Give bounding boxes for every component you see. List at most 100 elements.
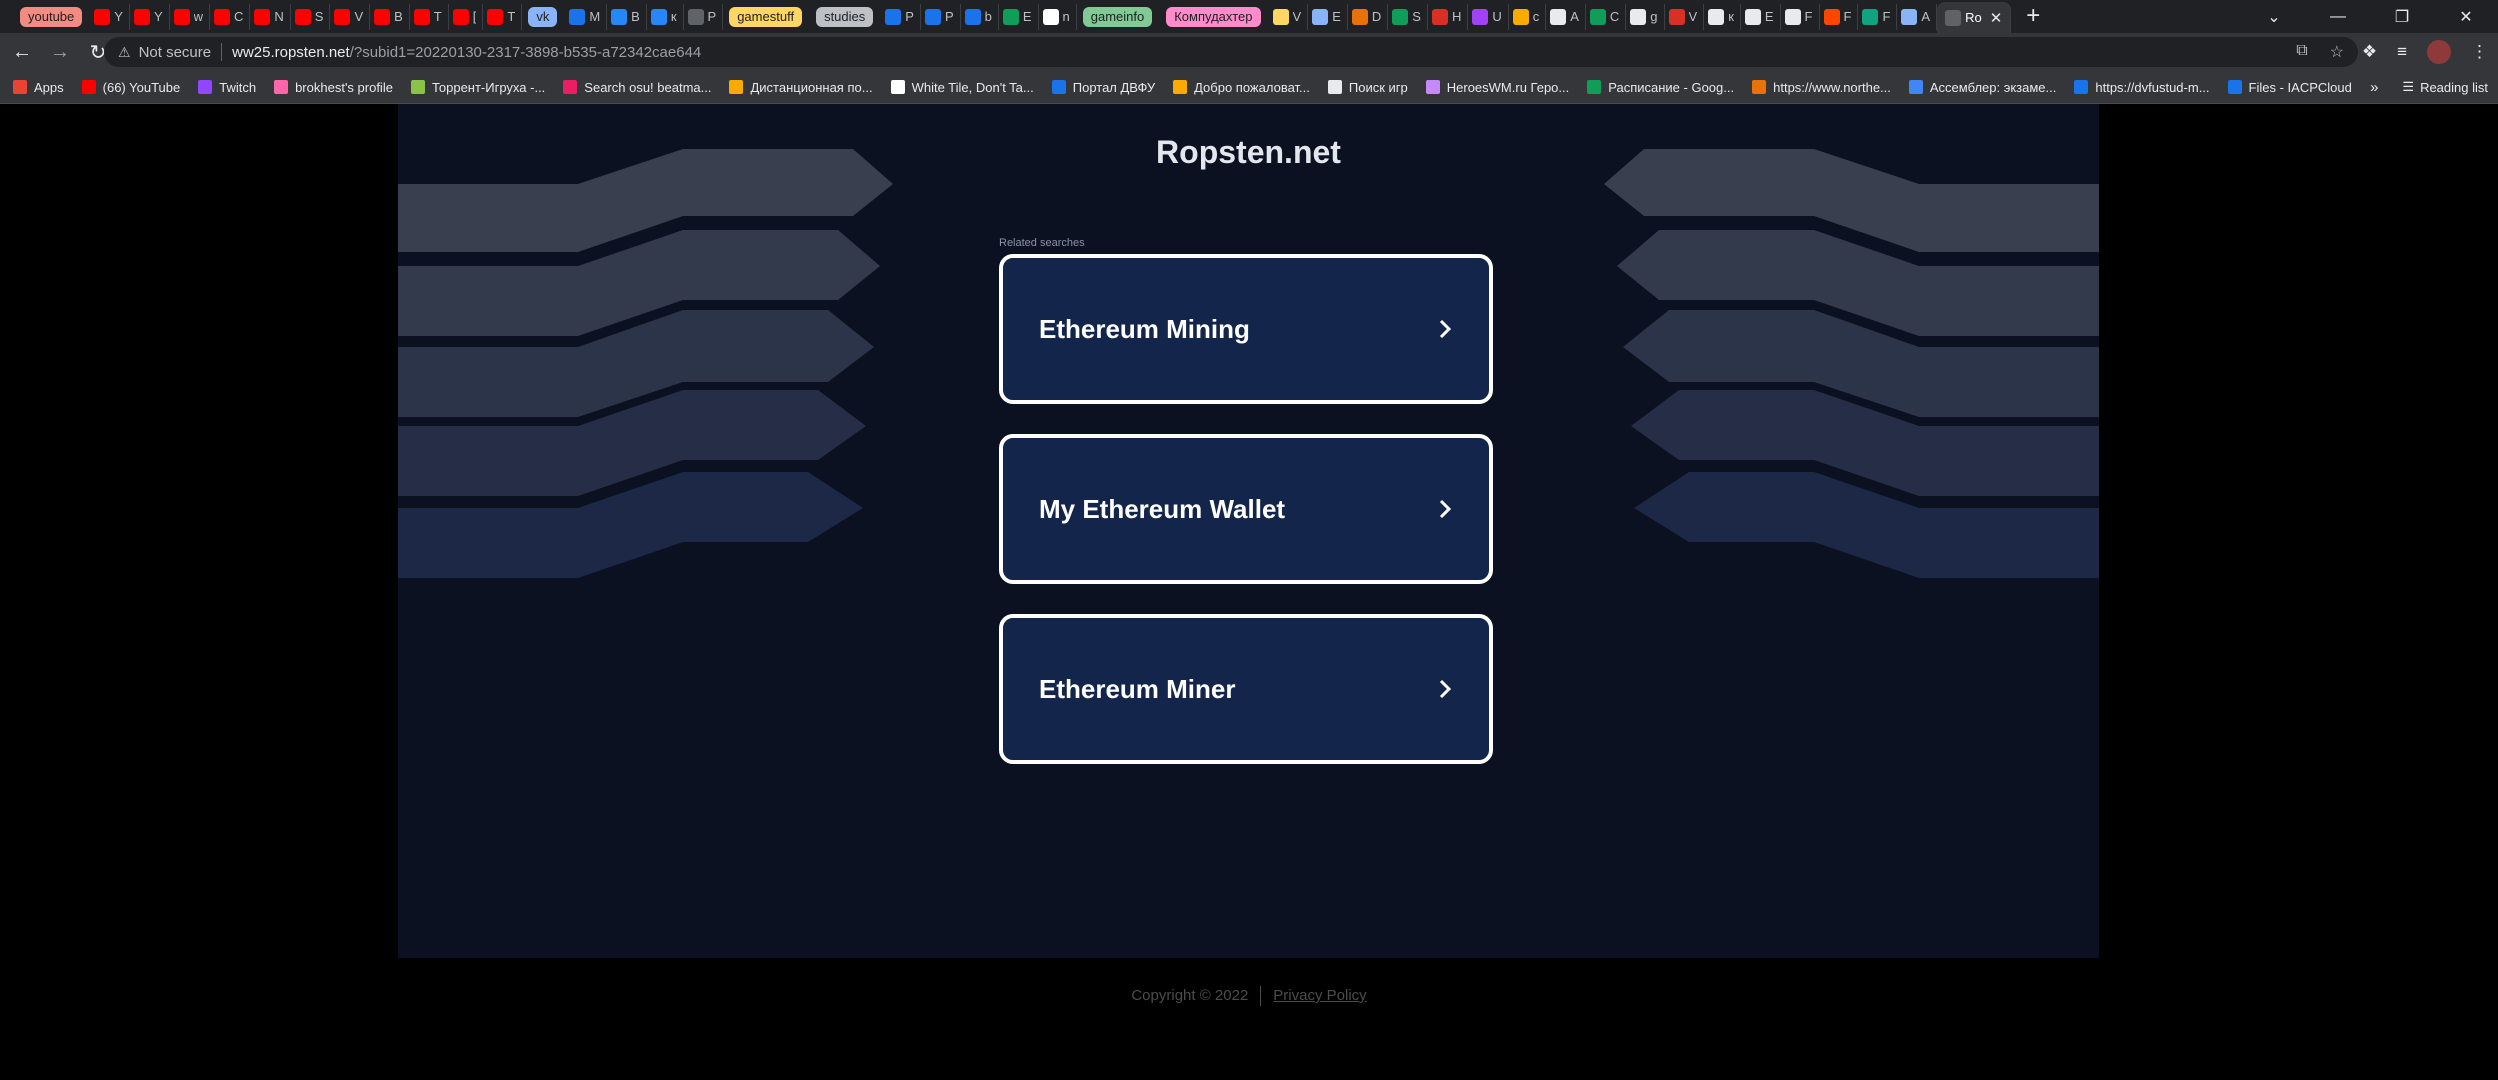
bookmark-label: https://dvfustud-m... [2095,79,2210,95]
bookmark-item[interactable]: Расписание - Goog... [1578,80,1743,95]
bookmark-star-icon[interactable]: ☆ [2330,42,2344,62]
browser-tab[interactable]: M [565,3,608,30]
browser-tab[interactable]: U [1468,3,1509,30]
security-status[interactable]: Not secure [139,44,212,61]
browser-tab[interactable]: V [1269,3,1309,30]
cloud-icon [2074,80,2089,94]
related-link-my-ethereum-wallet[interactable]: My Ethereum Wallet [999,434,1493,584]
browser-tab[interactable]: A [1546,3,1586,30]
browser-tab[interactable]: F [1858,3,1898,30]
close-window-button[interactable]: ✕ [2434,7,2498,27]
new-tab-button[interactable]: + [2019,2,2047,31]
browser-tab[interactable]: B [607,3,647,30]
browser-tab[interactable]: S [1388,3,1428,30]
bookmark-item[interactable]: Дистанционная по... [720,80,881,95]
tab-label: V [1292,9,1302,24]
profile-avatar[interactable] [2427,40,2451,64]
browser-tab[interactable]: Y [130,3,170,30]
share-icon[interactable]: ⧉ [2296,42,2307,62]
browser-tab[interactable]: c [1509,3,1547,30]
tab-search-dropdown-icon[interactable]: ⌄ [2242,7,2306,27]
browser-tab[interactable]: N [250,3,291,30]
browser-tab[interactable]: E [1308,3,1348,30]
browser-tab[interactable]: n [1039,3,1077,30]
tab-group-chip[interactable]: youtube [20,6,83,27]
bookmark-item[interactable]: Портал ДВФУ [1043,80,1164,95]
media-control-icon[interactable]: ≡ [2397,42,2407,62]
browser-tab[interactable]: P [921,3,961,30]
browser-tab[interactable]: P [881,3,921,30]
browser-tab[interactable]: [ [449,3,484,30]
browser-tab[interactable]: C [210,3,251,30]
game-icon [1392,8,1409,25]
browser-tab[interactable]: w [170,3,210,30]
bookmark-item[interactable]: Поиск игр [1319,80,1417,95]
browser-tab[interactable]: g [1626,3,1665,30]
browser-tab[interactable]: F [1781,3,1820,30]
browser-tab[interactable]: V [330,3,371,30]
page-viewport: Ropsten.net Related searches Ethereum Mi… [398,104,2099,958]
browser-tab[interactable]: E [1741,3,1781,30]
privacy-policy-link[interactable]: Privacy Policy [1273,987,1366,1004]
bookmark-item[interactable]: Search osu! beatma... [554,80,720,95]
browser-tab[interactable]: C [1586,3,1627,30]
bookmark-item[interactable]: https://dvfustud-m... [2065,80,2218,95]
browser-tab[interactable]: к [647,3,684,30]
bookmark-item[interactable]: Twitch [189,80,265,95]
browser-tab[interactable]: A [1897,3,1938,30]
tab-label: g [1650,9,1658,24]
back-button[interactable]: ← [6,41,38,64]
bookmark-item[interactable]: (66) YouTube [73,80,190,95]
tab-label: S [1412,9,1421,24]
browser-tab[interactable]: H [1428,3,1469,30]
browser-tab[interactable]: Y [90,3,130,30]
bookmark-item[interactable]: Ассемблер: экзаме... [1900,80,2065,95]
browser-tab[interactable]: E [999,3,1039,30]
warning-icon[interactable]: ⚠ [118,44,131,61]
menu-icon[interactable]: ⋮ [2471,42,2488,62]
doc-icon [1908,80,1923,94]
tab-group-chip[interactable]: Компудахтер [1166,6,1261,27]
related-link-ethereum-miner[interactable]: Ethereum Miner [999,614,1493,764]
forward-button[interactable]: → [44,41,76,64]
related-link-ethereum-mining[interactable]: Ethereum Mining [999,254,1493,404]
globe-icon [687,8,704,25]
browser-tab[interactable]: b [961,3,999,30]
tab-group-chip[interactable]: studies [816,6,874,27]
chevron-right-icon [1439,319,1452,339]
restore-button[interactable]: ❐ [2370,7,2434,27]
bookmark-item[interactable]: https://www.northe... [1743,80,1900,95]
browser-tab[interactable]: T [483,3,523,30]
browser-tab[interactable]: V [1665,3,1705,30]
browser-tab[interactable]: T [410,3,449,30]
active-tab[interactable]: Ro ✕ [1937,2,2012,33]
bookmark-item[interactable]: White Tile, Don't Ta... [882,80,1043,95]
bookmark-item[interactable]: Добро пожаловат... [1164,80,1319,95]
browser-tab[interactable]: B [370,3,410,30]
extensions-icon[interactable]: ❖ [2362,42,2377,62]
bookmark-item[interactable]: Files - IACPCloud [2219,80,2361,95]
tab-group-chip[interactable]: gameinfo [1082,6,1153,27]
tab-label: w [193,9,203,24]
tab-group-chip[interactable]: vk [528,6,558,27]
browser-tab[interactable]: к [1704,3,1741,30]
browser-tab[interactable]: D [1348,3,1389,30]
browser-tab[interactable]: P [684,3,724,30]
vk-icon [611,8,628,25]
tab-label: к [670,9,677,24]
address-bar[interactable]: ⚠ Not secure ww25.ropsten.net/?subid1=20… [104,37,2358,67]
close-tab-icon[interactable]: ✕ [1990,9,2003,27]
tab-group-chip[interactable]: gamestuff [729,6,803,27]
bookmark-item[interactable]: Apps [4,80,73,95]
browser-tab[interactable]: F [1820,3,1859,30]
browser-tab[interactable]: S [291,3,331,30]
bookmarks-overflow-button[interactable]: » [2370,79,2378,96]
chevron-right-icon [1439,499,1452,519]
bookmark-item[interactable]: Торрент-Игруха -... [402,80,554,95]
bookmark-item[interactable]: HeroesWM.ru Геро... [1417,80,1578,95]
reading-list-button[interactable]: Reading list [2420,80,2488,95]
minimize-button[interactable]: — [2306,8,2370,26]
reading-list-icon[interactable]: ☰ [2402,79,2414,95]
bookmark-item[interactable]: brokhest's profile [265,80,402,95]
moon-icon [1901,8,1918,25]
